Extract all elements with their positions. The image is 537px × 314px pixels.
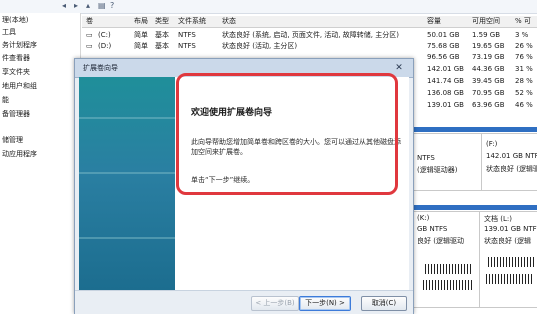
partition-block-k[interactable]: (K:) GB NTFS 良好 (逻辑驱动 [412, 211, 480, 308]
tree-item[interactable]: 务计划程序 [2, 40, 37, 50]
cell-percent: 26 % [515, 42, 533, 50]
partition-block-l[interactable]: 文档 (L:) 139.01 GB NTFS 状态良好 (逻辑 [479, 211, 537, 308]
banner-stripe [79, 117, 175, 119]
partition-status: 状态良好 (逻辑 [484, 237, 531, 245]
wizard-footer: < 上一步(B) 下一步(N) > 取消(C) [75, 290, 413, 314]
cell-status: 状态良好 (活动, 主分区) [222, 42, 298, 50]
partition-status: (逻辑驱动器) [417, 166, 458, 174]
column-header[interactable]: 布局 [134, 16, 148, 27]
table-row[interactable]: ▭ (C:) 简单 基本 NTFS 状态良好 (系统, 启动, 页面文件, 活动… [82, 30, 537, 41]
tree-item[interactable]: 件查看器 [2, 53, 30, 63]
partition-block[interactable]: NTFS (逻辑驱动器) [412, 133, 482, 191]
cell-type: 基本 [155, 42, 169, 50]
column-header[interactable]: 文件系统 [178, 16, 206, 27]
highlight-annotation [176, 73, 398, 195]
column-header[interactable]: 类型 [155, 16, 169, 27]
disk-partition-bar [412, 205, 537, 210]
cell-type: 基本 [155, 31, 169, 39]
tree-item[interactable]: 理(本地) [2, 15, 28, 25]
cell-free: 1.59 GB [472, 31, 501, 39]
partition-label: (K:) [417, 214, 430, 222]
table-row[interactable]: ▭ (D:) 简单 基本 NTFS 状态良好 (活动, 主分区) 75.68 G… [82, 41, 537, 52]
cell-free: 73.19 GB [472, 53, 505, 61]
partition-label: (F:) [486, 140, 498, 148]
partition-fs: NTFS [417, 154, 435, 162]
cell-fs: NTFS [178, 42, 196, 50]
wizard-title: 扩展卷向导 [83, 64, 118, 72]
blurred-text [423, 280, 473, 290]
column-header[interactable]: 状态 [222, 16, 236, 27]
partition-size: 142.01 GB NTFS [486, 152, 537, 160]
partition-status: 状态良好 (逻辑驱 [486, 165, 537, 173]
cell-status: 状态良好 (系统, 启动, 页面文件, 活动, 故障转储, 主分区) [222, 31, 399, 39]
drive-icon: ▭ [86, 42, 93, 50]
banner-stripe [79, 172, 175, 174]
cell-capacity: 142.01 GB [427, 65, 464, 73]
toolbar: ◂ ▸ ▴ ▤ ? [0, 0, 537, 14]
cell-capacity: 96.56 GB [427, 53, 460, 61]
cell-capacity: 139.01 GB [427, 101, 464, 109]
cell-free: 70.95 GB [472, 89, 505, 97]
cell-volume: (C:) [98, 31, 111, 39]
cell-free: 39.45 GB [472, 77, 505, 85]
partition-size: 139.01 GB NTFS [484, 225, 537, 233]
cell-percent: 28 % [515, 77, 533, 85]
cell-free: 44.36 GB [472, 65, 505, 73]
cell-percent: 76 % [515, 53, 533, 61]
cell-fs: NTFS [178, 31, 196, 39]
column-header[interactable]: 卷 [86, 16, 93, 27]
tree-item[interactable]: 工具 [2, 27, 16, 37]
cell-percent: 3 % [515, 31, 529, 39]
forward-icon[interactable]: ▸ [74, 2, 82, 10]
partition-size: GB NTFS [417, 225, 448, 233]
drive-icon: ▭ [86, 31, 93, 39]
cell-percent: 46 % [515, 101, 533, 109]
back-button[interactable]: < 上一步(B) [251, 296, 299, 311]
cell-free: 63.96 GB [472, 101, 505, 109]
cell-free: 19.65 GB [472, 42, 505, 50]
up-icon[interactable]: ▴ [86, 2, 94, 10]
cell-percent: 52 % [515, 89, 533, 97]
volume-table-header: 卷 布局 类型 文件系统 状态 容量 可用空间 % 可 [82, 16, 537, 28]
tree-item[interactable]: 享文件夹 [2, 67, 30, 77]
cell-layout: 简单 [134, 31, 148, 39]
close-icon[interactable]: ✕ [391, 63, 407, 73]
cancel-button[interactable]: 取消(C) [361, 296, 407, 311]
column-header[interactable]: % 可 [515, 16, 531, 27]
next-button[interactable]: 下一步(N) > [299, 296, 351, 311]
blurred-text [488, 257, 534, 267]
cell-capacity: 136.08 GB [427, 89, 464, 97]
blurred-text [425, 264, 473, 274]
tree-item[interactable]: 动应用程序 [2, 149, 37, 159]
cell-capacity: 75.68 GB [427, 42, 460, 50]
help-icon[interactable]: ? [110, 2, 118, 10]
partition-status: 良好 (逻辑驱动 [417, 237, 464, 245]
partition-label: 文档 (L:) [484, 215, 512, 223]
cell-layout: 简单 [134, 42, 148, 50]
wizard-banner [79, 77, 175, 290]
disk-partition-bar [412, 127, 537, 132]
blurred-text [486, 274, 534, 284]
column-header[interactable]: 容量 [427, 16, 441, 27]
cell-capacity: 50.01 GB [427, 31, 460, 39]
tree-item[interactable]: 地用户和组 [2, 81, 37, 91]
cell-percent: 31 % [515, 65, 533, 73]
tree-item-disk-management[interactable]: 储管理 [2, 135, 23, 145]
cell-capacity: 141.74 GB [427, 77, 464, 85]
column-header[interactable]: 可用空间 [472, 16, 500, 27]
tree-item[interactable]: 能 [2, 95, 9, 105]
cell-volume: (D:) [98, 42, 112, 50]
navigation-tree: 理(本地) 工具 务计划程序 件查看器 享文件夹 地用户和组 能 备管理器 储管… [0, 13, 81, 313]
properties-icon[interactable]: ▤ [98, 2, 106, 10]
back-icon[interactable]: ◂ [62, 2, 70, 10]
banner-stripe [79, 237, 175, 239]
tree-item[interactable]: 备管理器 [2, 109, 30, 119]
partition-block-f[interactable]: (F:) 142.01 GB NTFS 状态良好 (逻辑驱 [481, 133, 537, 191]
